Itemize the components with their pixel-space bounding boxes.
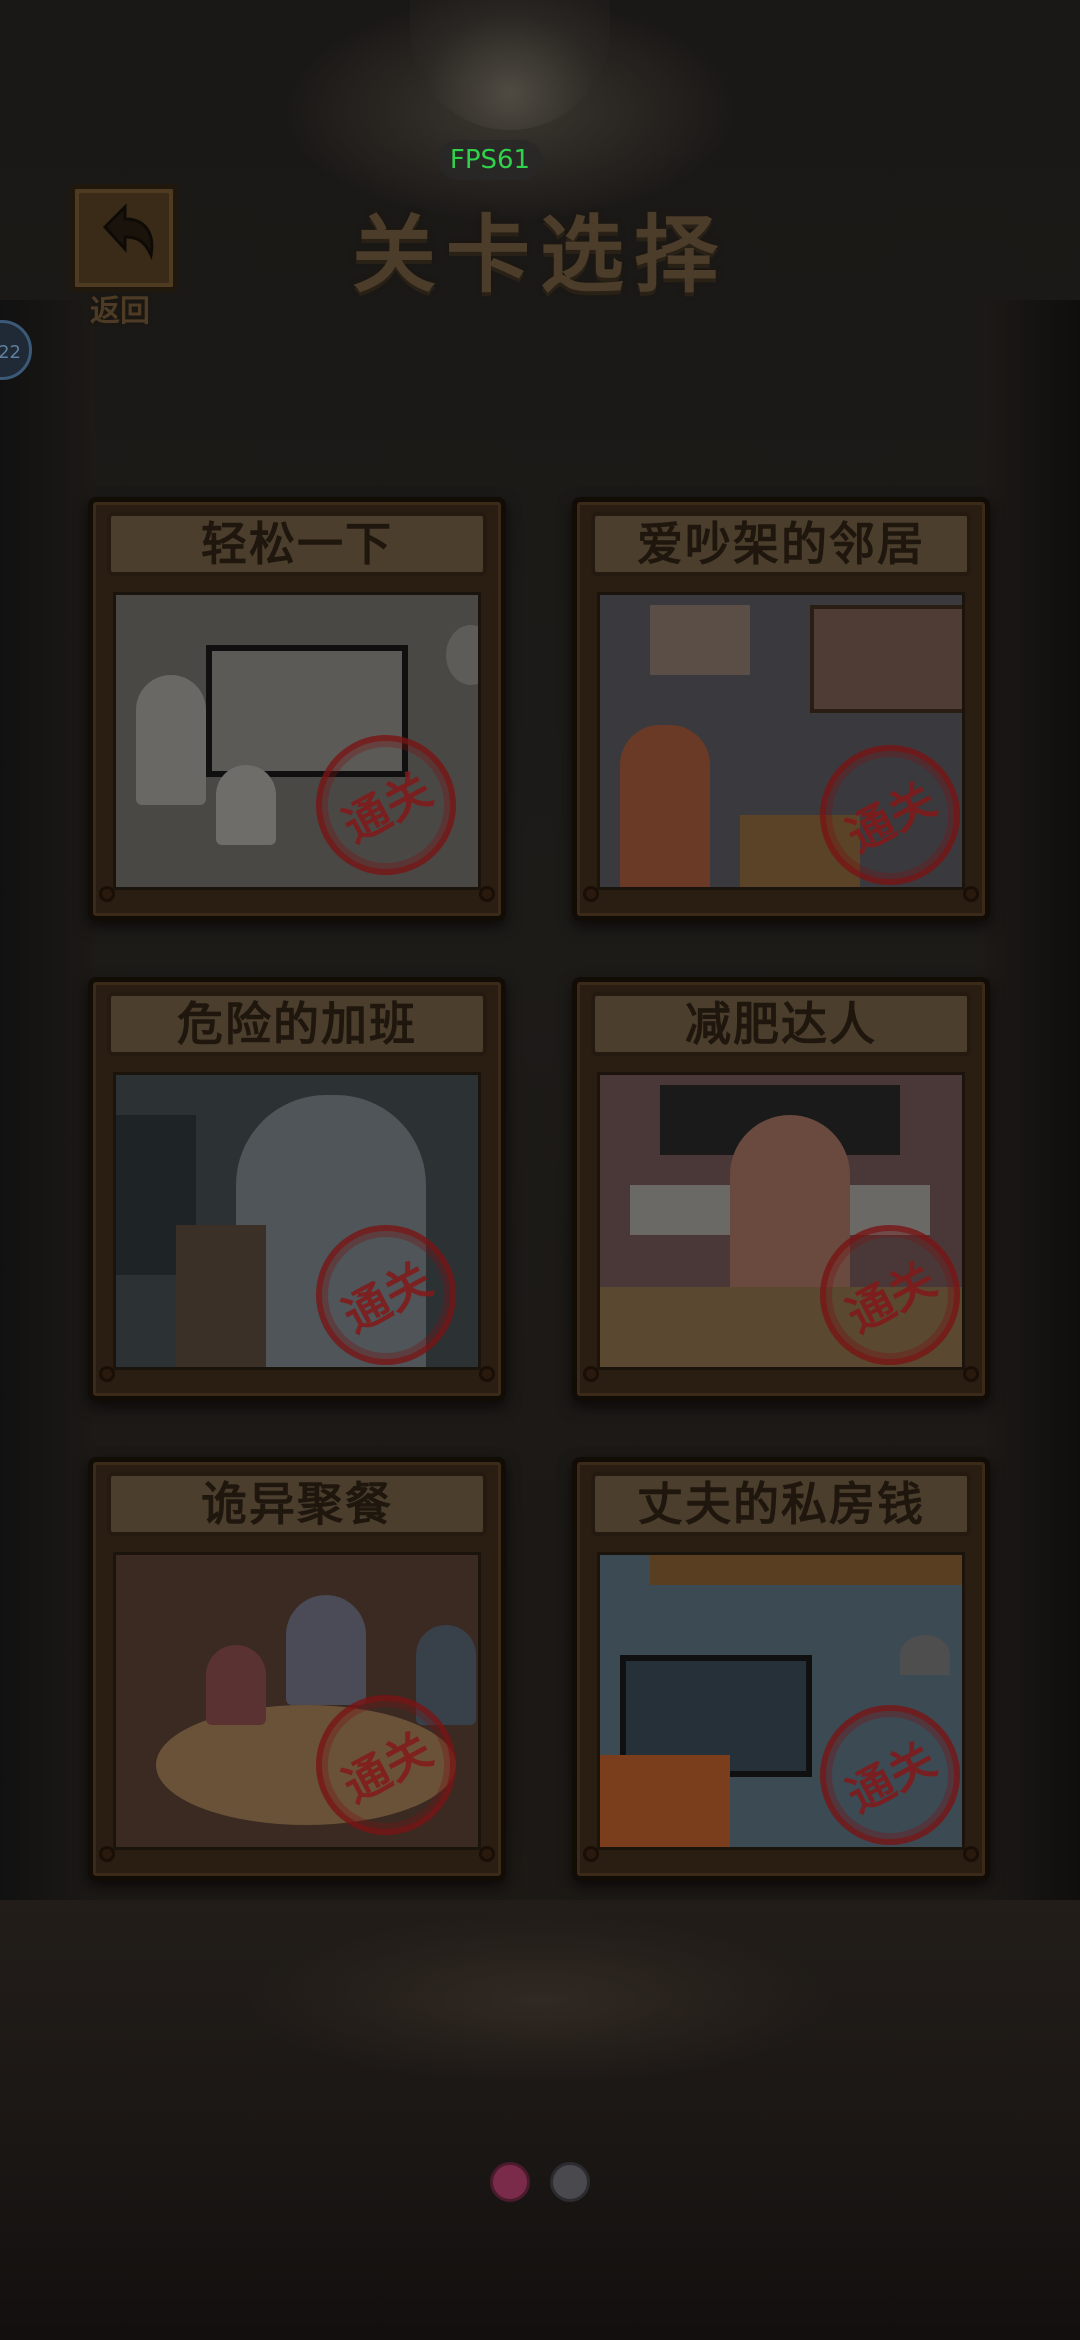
nail <box>963 886 979 902</box>
page-dot-2[interactable] <box>549 2162 590 2202</box>
nail <box>583 886 599 902</box>
left-wall <box>0 300 95 2000</box>
floor <box>0 1900 1080 2340</box>
chair <box>176 1225 266 1367</box>
level-title: 丈夫的私房钱 <box>591 1472 971 1536</box>
child-figure <box>206 1645 266 1725</box>
audience-figure <box>136 675 206 805</box>
nail <box>99 886 115 902</box>
right-wall <box>985 300 1080 2000</box>
cleared-stamp: 通关 <box>795 1680 962 1847</box>
level-thumbnail: 通关 <box>113 1552 481 1850</box>
level-card-4[interactable]: 减肥达人 通关 <box>572 977 990 1401</box>
level-title: 危险的加班 <box>107 992 487 1056</box>
nail <box>479 886 495 902</box>
page-title: 关卡选择 <box>351 206 728 304</box>
bookshelf <box>650 1555 962 1585</box>
nail <box>583 1846 599 1862</box>
ornament <box>446 625 478 685</box>
level-thumbnail: 通关 <box>597 592 965 890</box>
nail <box>963 1366 979 1382</box>
level-thumbnail: 通关 <box>113 592 481 890</box>
level-thumbnail: 通关 <box>597 1072 965 1370</box>
nail <box>479 1846 495 1862</box>
nail <box>583 1366 599 1382</box>
audience-figure <box>216 765 276 845</box>
level-card-1[interactable]: 轻松一下 通关 <box>88 497 506 921</box>
level-card-3[interactable]: 危险的加班 通关 <box>88 977 506 1401</box>
armchair <box>600 1755 730 1847</box>
grandpa-figure <box>286 1595 366 1705</box>
level-title: 诡异聚餐 <box>107 1472 487 1536</box>
desk-lamp <box>900 1635 950 1675</box>
level-title: 减肥达人 <box>591 992 971 1056</box>
page-indicator <box>0 2162 1080 2206</box>
fps-counter: FPS61 <box>438 140 542 180</box>
level-title: 爱吵架的邻居 <box>591 512 971 576</box>
wall-picture <box>810 605 962 713</box>
level-card-6[interactable]: 丈夫的私房钱 通关 <box>572 1457 990 1881</box>
page-dot-1[interactable] <box>490 2162 531 2202</box>
man-figure <box>620 725 710 887</box>
nail <box>99 1846 115 1862</box>
poster <box>650 605 750 675</box>
nail <box>479 1366 495 1382</box>
level-title: 轻松一下 <box>107 512 487 576</box>
level-thumbnail: 通关 <box>113 1072 481 1370</box>
level-thumbnail: 通关 <box>597 1552 965 1850</box>
level-card-5[interactable]: 诡异聚餐 通关 <box>88 1457 506 1881</box>
nail <box>963 1846 979 1862</box>
level-card-2[interactable]: 爱吵架的邻居 通关 <box>572 497 990 921</box>
nail <box>99 1366 115 1382</box>
